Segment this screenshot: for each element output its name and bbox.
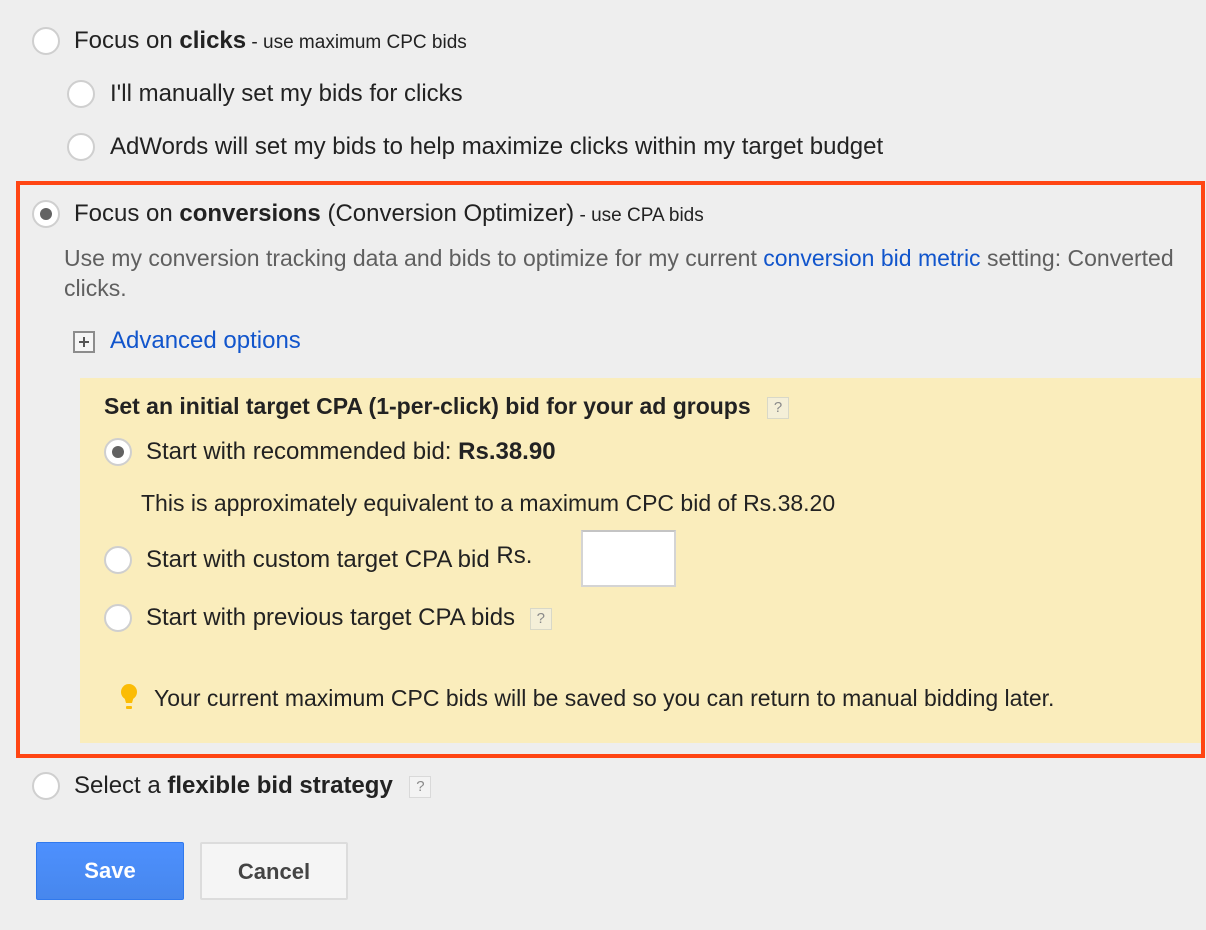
focus-conversions-prefix: Focus on xyxy=(74,200,180,227)
initial-bid-heading: Set an initial target CPA (1-per-click) … xyxy=(104,392,790,420)
recommended-bid-text: Start with recommended bid: xyxy=(146,438,459,465)
focus-conversions-bold: conversions xyxy=(179,200,321,227)
flexible-bold: flexible bid strategy xyxy=(167,772,393,799)
flexible-prefix: Select a xyxy=(74,772,168,799)
advanced-options-link[interactable]: Advanced options xyxy=(110,327,301,355)
focus-clicks-prefix: Focus on xyxy=(74,27,180,54)
custom-bid-text: Start with custom target CPA bid xyxy=(146,546,490,573)
currency-label: Rs. xyxy=(496,542,533,569)
tip-text: Your current maximum CPC bids will be sa… xyxy=(154,685,1055,711)
radio-custom-bid[interactable] xyxy=(104,546,132,574)
previous-bids-text: Start with previous target CPA bids xyxy=(146,604,516,631)
save-button[interactable]: Save xyxy=(36,842,184,900)
recommended-bid-label: Start with recommended bid: Rs.38.90 xyxy=(146,438,556,466)
bid-strategy-form: Focus on clicks - use maximum CPC bids I… xyxy=(0,0,1206,930)
focus-clicks-label: Focus on clicks - use maximum CPC bids xyxy=(74,27,467,57)
radio-focus-conversions[interactable] xyxy=(32,200,60,228)
radio-previous-bids[interactable] xyxy=(104,604,132,632)
help-icon[interactable]: ? xyxy=(529,607,552,630)
conversion-bid-metric-link[interactable]: conversion bid metric xyxy=(763,245,980,271)
conversion-optimizer-text: (Conversion Optimizer) xyxy=(320,200,575,227)
radio-auto-maximize-clicks[interactable] xyxy=(67,133,95,161)
focus-conversions-suffix: - use CPA bids xyxy=(574,205,704,226)
help-icon[interactable]: ? xyxy=(409,775,432,798)
conversions-description: Use my conversion tracking data and bids… xyxy=(64,243,1194,303)
help-icon[interactable]: ? xyxy=(767,396,790,419)
focus-conversions-label: Focus on conversions (Conversion Optimiz… xyxy=(74,200,704,230)
auto-maximize-clicks-label: AdWords will set my bids to help maximiz… xyxy=(110,133,884,160)
manual-bids-label: I'll manually set my bids for clicks xyxy=(110,80,463,107)
previous-bids-label: Start with previous target CPA bids ? xyxy=(146,604,552,632)
description-text-before: Use my conversion tracking data and bids… xyxy=(64,245,764,271)
radio-recommended-bid[interactable] xyxy=(104,438,132,466)
cancel-button[interactable]: Cancel xyxy=(200,842,348,900)
expand-plus-icon[interactable] xyxy=(73,331,95,353)
custom-bid-label: Start with custom target CPA bid Rs. xyxy=(146,542,532,574)
focus-clicks-suffix: - use maximum CPC bids xyxy=(246,32,467,53)
flexible-bid-label: Select a flexible bid strategy ? xyxy=(74,772,432,800)
custom-cpa-input[interactable] xyxy=(581,530,676,587)
radio-focus-clicks[interactable] xyxy=(32,27,60,55)
initial-bid-heading-text: Set an initial target CPA (1-per-click) … xyxy=(104,393,751,419)
focus-clicks-bold: clicks xyxy=(179,27,247,54)
recommended-bid-value: Rs.38.90 xyxy=(458,438,556,465)
radio-flexible-bid-strategy[interactable] xyxy=(32,772,60,800)
radio-manual-bids[interactable] xyxy=(67,80,95,108)
recommended-bid-note: This is approximately equivalent to a ma… xyxy=(141,490,836,516)
lightbulb-icon xyxy=(121,684,137,709)
